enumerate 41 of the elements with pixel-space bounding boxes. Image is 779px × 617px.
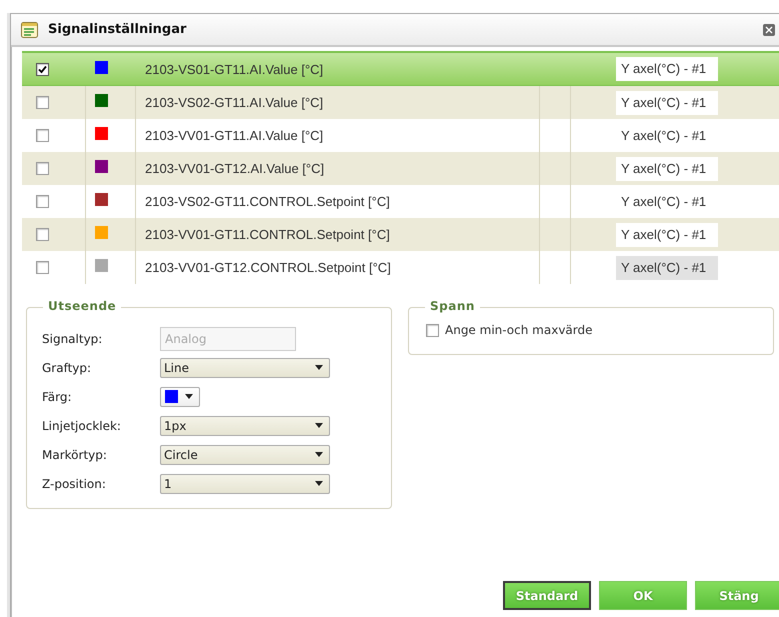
checkbox[interactable]: [36, 62, 49, 76]
field-label: Markörtyp:: [42, 448, 108, 462]
field-label: Linjetjocklek:: [42, 418, 122, 432]
caret-icon: [315, 423, 323, 428]
checkbox-label: Ange min-och maxvärde: [445, 323, 592, 337]
table-row[interactable]: 2103-VS02-GT11.AI.Value [°C] Y axel(°C) - #1: [22, 86, 779, 119]
caret-icon: [315, 452, 323, 457]
field-label: Signaltyp:: [42, 332, 104, 346]
panel-legend: Utseende: [43, 299, 122, 313]
window-title: Signalinställningar: [48, 22, 188, 37]
dropdown[interactable]: 1: [160, 474, 330, 494]
field-label: Z-position:: [42, 476, 107, 490]
close-button[interactable]: [763, 24, 775, 36]
checkbox[interactable]: [36, 96, 49, 109]
field-label: Graftyp:: [42, 360, 92, 374]
dropdown[interactable]: Circle: [160, 444, 330, 464]
axis-field[interactable]: Y axel(°C) - #1: [616, 90, 718, 114]
checkbox[interactable]: [426, 324, 439, 336]
panel-legend: Spann: [425, 299, 480, 313]
axis-field[interactable]: Y axel(°C) - #1: [616, 156, 718, 180]
field-label: Färg:: [42, 390, 73, 404]
checkbox[interactable]: [36, 195, 49, 208]
checkbox[interactable]: [36, 129, 49, 142]
axis-field[interactable]: Y axel(°C) - #1: [616, 222, 718, 246]
caret-icon: [315, 481, 323, 486]
table-row[interactable]: 2103-VV01-GT11.CONTROL.Setpoint [°C] Y axel(°C) - #1: [22, 218, 779, 251]
checkbox[interactable]: [36, 228, 49, 241]
checkbox[interactable]: [36, 261, 49, 274]
color-picker[interactable]: [160, 386, 200, 406]
table-row[interactable]: 2103-VV01-GT12.AI.Value [°C] Y axel(°C) - #1: [22, 152, 779, 185]
axis-field[interactable]: Y axel(°C) - #1: [616, 256, 718, 280]
caret-icon: [315, 365, 323, 370]
checkbox[interactable]: [36, 162, 49, 175]
caret-icon: [185, 394, 193, 399]
table-cell-text: 2103-VS01-GT11.AI.Value [°C]: [144, 60, 324, 79]
axis-field[interactable]: Y axel(°C) - #1: [616, 57, 718, 81]
dropdown[interactable]: Line: [160, 358, 330, 378]
window-icon: [21, 22, 38, 38]
table-row[interactable]: 2103-VS01-GT11.AI.Value [°C] Y axel(°C) - #1: [22, 53, 779, 86]
dropdown[interactable]: 1px: [160, 416, 330, 436]
table-cell: 2103-VV01-GT12.CONTROL.Setpoint [°C]: [135, 251, 539, 284]
